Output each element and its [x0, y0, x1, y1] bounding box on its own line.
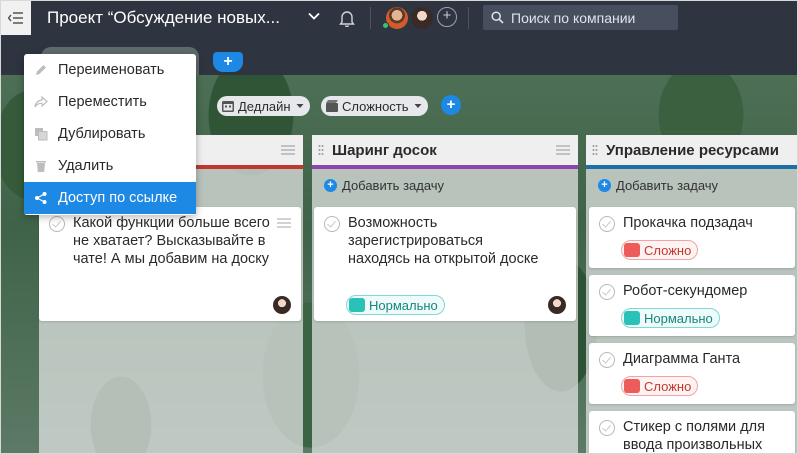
menu-item-label: Дублировать — [58, 126, 146, 142]
complete-checkbox[interactable] — [599, 284, 615, 300]
app-window: Проект “Обсуждение новых... + + Дедлайн … — [0, 0, 798, 454]
menu-item-label: Доступ по ссылке — [58, 190, 178, 206]
add-task-button[interactable]: + Добавить задачу — [312, 169, 578, 201]
hamburger-icon[interactable] — [277, 218, 291, 228]
add-task-button[interactable]: + Добавить задачу — [586, 169, 797, 201]
hamburger-icon[interactable] — [281, 145, 295, 155]
task-card[interactable]: Какой функции больше всего не хватает? В… — [39, 207, 301, 321]
add-task-label: Добавить задачу — [616, 177, 719, 193]
complete-checkbox[interactable] — [324, 216, 340, 232]
complete-checkbox[interactable] — [49, 216, 65, 232]
task-title: Прокачка подзадач — [623, 215, 753, 231]
menu-item-move[interactable]: Переместить — [24, 86, 196, 118]
avatar[interactable] — [273, 296, 291, 314]
task-title: Возможность зарегистрироваться находясь … — [348, 215, 539, 267]
difficulty-badge: Нормально — [346, 295, 445, 315]
search-input[interactable] — [511, 9, 671, 26]
divider — [468, 7, 469, 29]
add-task-label: Добавить задачу — [342, 177, 445, 193]
task-title: Диаграмма Ганта — [623, 351, 741, 367]
avatar[interactable] — [548, 296, 566, 314]
hamburger-icon[interactable] — [556, 145, 570, 155]
task-card[interactable]: Прокачка подзадач Сложно — [589, 207, 795, 268]
filter-label: Сложность — [342, 98, 409, 114]
add-member-button[interactable]: + — [437, 7, 457, 27]
dropdown-arrow-icon — [296, 104, 304, 108]
copy-icon — [35, 128, 48, 141]
complete-checkbox[interactable] — [599, 420, 615, 436]
complete-checkbox[interactable] — [599, 216, 615, 232]
top-bar: Проект “Обсуждение новых... + — [1, 1, 797, 35]
clapperboard-icon — [624, 311, 640, 325]
calendar-icon — [222, 101, 234, 112]
difficulty-badge: Нормально — [621, 308, 720, 328]
search-box[interactable] — [483, 5, 678, 30]
menu-item-label: Переименовать — [58, 62, 165, 78]
online-status-icon — [382, 22, 389, 29]
complete-checkbox[interactable] — [599, 352, 615, 368]
trash-icon — [36, 161, 46, 172]
task-card[interactable]: Возможность зарегистрироваться находясь … — [314, 207, 576, 321]
menu-item-delete[interactable]: Удалить — [24, 150, 196, 182]
difficulty-filter[interactable]: Сложность — [321, 96, 428, 116]
search-icon — [491, 11, 504, 24]
clapperboard-icon — [624, 379, 640, 393]
plus-icon: + — [598, 178, 611, 192]
difficulty-badge: Сложно — [621, 240, 699, 260]
menu-item-link-access[interactable]: Доступ по ссылке — [24, 182, 196, 214]
deadline-filter[interactable]: Дедлайн — [217, 96, 310, 116]
board-context-menu: Переименовать Переместить Дублировать Уд… — [24, 54, 196, 215]
clapperboard-icon — [624, 243, 640, 257]
badge-label: Нормально — [369, 297, 438, 313]
add-board-button[interactable]: + — [213, 52, 243, 72]
badge-label: Сложно — [644, 242, 692, 258]
chevron-down-icon[interactable] — [308, 10, 320, 22]
clapperboard-icon — [349, 298, 365, 312]
column-title: Шаринг досок — [332, 141, 437, 159]
drag-handle-icon[interactable] — [592, 144, 598, 156]
difficulty-badge: Сложно — [621, 376, 699, 396]
task-card[interactable]: Робот-секундомер Нормально — [589, 275, 795, 336]
task-title: Робот-секундомер — [623, 283, 748, 299]
badge-label: Сложно — [644, 378, 692, 394]
menu-item-duplicate[interactable]: Дублировать — [24, 118, 196, 150]
menu-item-label: Удалить — [58, 158, 114, 174]
column-header[interactable]: Управление ресурсами — [586, 135, 797, 165]
menu-item-rename[interactable]: Переименовать — [24, 54, 196, 86]
avatar[interactable] — [386, 7, 408, 29]
task-card[interactable]: Диаграмма Ганта Сложно — [589, 343, 795, 404]
task-card[interactable]: Стикер с полями для ввода произвольных — [589, 411, 795, 453]
menu-item-label: Переместить — [58, 94, 147, 110]
plus-icon: + — [324, 178, 337, 192]
menu-toggle-icon[interactable] — [1, 1, 31, 35]
share-arrow-icon — [34, 95, 48, 108]
avatar[interactable] — [411, 7, 433, 29]
divider — [370, 7, 371, 29]
task-title: Стикер с полями для ввода произвольных — [623, 419, 765, 453]
bell-icon[interactable] — [339, 9, 355, 27]
drag-handle-icon[interactable] — [318, 144, 324, 156]
dropdown-arrow-icon — [414, 104, 422, 108]
add-filter-button[interactable]: + — [441, 95, 461, 115]
badge-label: Нормально — [644, 310, 713, 326]
project-title[interactable]: Проект “Обсуждение новых... — [47, 8, 280, 28]
column-title: Управление ресурсами — [606, 141, 779, 159]
column-header[interactable]: Шаринг досок — [312, 135, 578, 165]
filter-label: Дедлайн — [238, 98, 291, 114]
link-share-icon — [35, 192, 47, 204]
clapperboard-icon — [326, 100, 338, 112]
pencil-icon — [36, 65, 46, 75]
task-title: Какой функции больше всего не хватает? В… — [73, 215, 270, 267]
